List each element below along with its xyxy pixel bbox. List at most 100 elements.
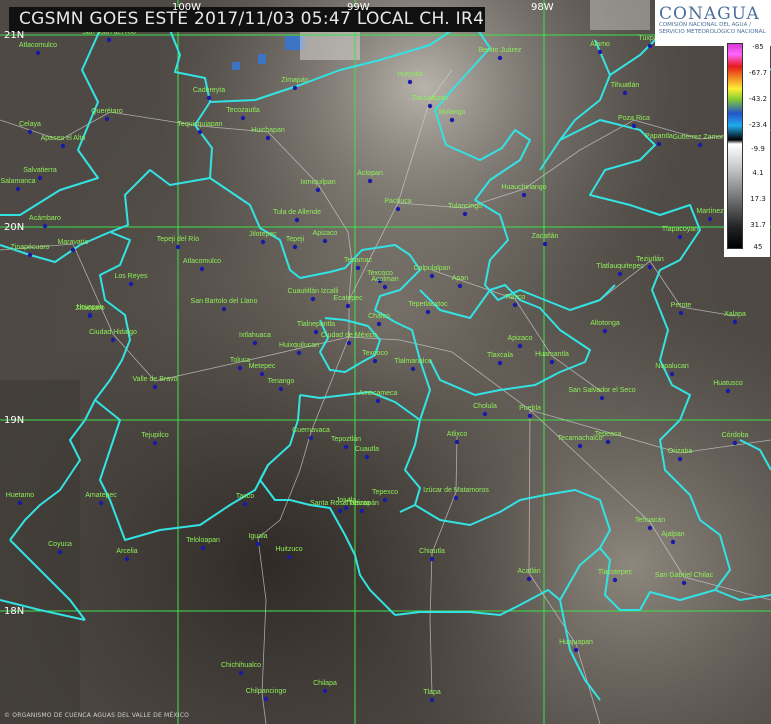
city-label: Cadereyta xyxy=(193,87,225,94)
city-marker xyxy=(678,310,684,316)
city-label: Cholula xyxy=(473,403,497,410)
city-marker xyxy=(521,192,527,198)
city-marker xyxy=(206,95,212,101)
city-marker xyxy=(242,501,248,507)
city-label: Amecameca xyxy=(359,390,398,397)
city-marker xyxy=(292,85,298,91)
city-marker xyxy=(427,103,433,109)
city-label: Tepetlaoxtoc xyxy=(408,301,448,308)
city-label: San Bartolo del Llano xyxy=(191,298,258,305)
city-label: Poza Rica xyxy=(618,115,650,122)
city-label: Apan xyxy=(452,275,468,282)
imagery-dark-west xyxy=(0,380,80,724)
city-marker xyxy=(697,142,703,148)
city-marker xyxy=(221,306,227,312)
city-marker xyxy=(237,365,243,371)
city-marker xyxy=(87,312,93,318)
city-marker xyxy=(367,178,373,184)
city-marker xyxy=(240,115,246,121)
city-label: Benito Juárez xyxy=(479,47,522,54)
city-label: Huejutla xyxy=(397,71,423,78)
city-label: Pachuca xyxy=(384,198,411,205)
city-marker xyxy=(482,411,488,417)
city-marker xyxy=(310,296,316,302)
satellite-map: AtlacomulcoSan Juan del RíoCadereytaZima… xyxy=(0,0,771,724)
city-label: Taxco xyxy=(236,493,254,500)
city-marker xyxy=(106,37,112,43)
city-label: Toluca xyxy=(230,357,250,364)
city-marker xyxy=(322,688,328,694)
city-label: Huitzuco xyxy=(275,546,302,553)
city-marker xyxy=(104,116,110,122)
city-marker xyxy=(322,238,328,244)
city-marker xyxy=(429,273,435,279)
city-label: Chilpancingo xyxy=(246,688,287,695)
city-label: Tepeaca xyxy=(595,431,622,438)
city-label: Tlatlauquitepec xyxy=(596,263,644,270)
city-marker xyxy=(27,252,33,258)
logo-subtitle: COMISIÓN NACIONAL DEL AGUA / SERVICIO ME… xyxy=(659,22,766,35)
city-label: Huamantla xyxy=(535,351,569,358)
city-label: Querétaro xyxy=(91,108,123,115)
city-marker xyxy=(260,239,266,245)
city-label: Apaseo el Alto xyxy=(41,135,86,142)
city-label: Chichihualco xyxy=(221,662,261,669)
city-label: Tequisquiapan xyxy=(177,121,222,128)
city-label: Zacualtipán xyxy=(412,95,448,102)
lat-label-20n: 20N xyxy=(4,222,25,233)
city-label: Ecatepec xyxy=(333,295,363,302)
lat-label-18n: 18N xyxy=(4,606,25,617)
city-label: Huauchinango xyxy=(501,184,546,191)
city-marker xyxy=(98,500,104,506)
city-label: Texcoco xyxy=(362,350,388,357)
city-marker xyxy=(425,309,431,315)
city-marker xyxy=(725,388,731,394)
city-label: Chiautla xyxy=(419,548,445,555)
city-marker xyxy=(732,440,738,446)
cold-cloud-top-3 xyxy=(258,54,266,64)
city-label: Xalapa xyxy=(724,311,746,318)
city-label: Huichapan xyxy=(251,127,285,134)
city-label: Cuautitlán Izcalli xyxy=(288,288,339,295)
city-marker xyxy=(110,337,116,343)
city-label: Papantla xyxy=(645,133,673,140)
city-marker xyxy=(605,439,611,445)
city-marker xyxy=(294,217,300,223)
lat-label-19n: 19N xyxy=(4,415,25,426)
city-label: Tlapacoyan xyxy=(662,226,698,233)
city-label: Apizaco xyxy=(313,230,338,237)
city-marker xyxy=(345,303,351,309)
city-label: Arcelia xyxy=(116,548,138,555)
city-marker xyxy=(647,264,653,270)
city-marker xyxy=(199,266,205,272)
city-marker xyxy=(252,340,258,346)
city-label: Salvatierra xyxy=(23,167,57,174)
city-label: Apizaco xyxy=(508,335,533,342)
logo-wordmark: CONAGUA xyxy=(659,4,760,24)
lon-label-100w: 100W xyxy=(172,2,201,13)
city-marker xyxy=(364,454,370,460)
city-label: Cuernavaca xyxy=(292,427,330,434)
city-label: Actopan xyxy=(357,170,383,177)
city-marker xyxy=(497,55,503,61)
city-marker xyxy=(622,90,628,96)
city-marker xyxy=(286,554,292,560)
city-label: Atlacomulco xyxy=(19,42,57,49)
city-label: Celaya xyxy=(19,121,41,128)
city-label: Ciudad Hidalgo xyxy=(89,329,137,336)
city-marker xyxy=(617,271,623,277)
city-marker xyxy=(395,206,401,212)
city-marker xyxy=(337,508,343,514)
city-label: Tenango xyxy=(268,378,295,385)
city-marker xyxy=(453,495,459,501)
legend-tick: 31.7 xyxy=(750,221,766,229)
lon-label-99w: 99W xyxy=(347,2,370,13)
legend-tick: 4.1 xyxy=(752,169,764,177)
city-marker xyxy=(355,265,361,271)
legend-tick: -85 xyxy=(752,43,764,51)
city-marker xyxy=(278,386,284,392)
city-label: Nopalucan xyxy=(655,363,689,370)
city-label: Tlalmanalco xyxy=(394,358,432,365)
city-marker xyxy=(602,328,608,334)
legend-tick: -9.9 xyxy=(751,145,765,153)
